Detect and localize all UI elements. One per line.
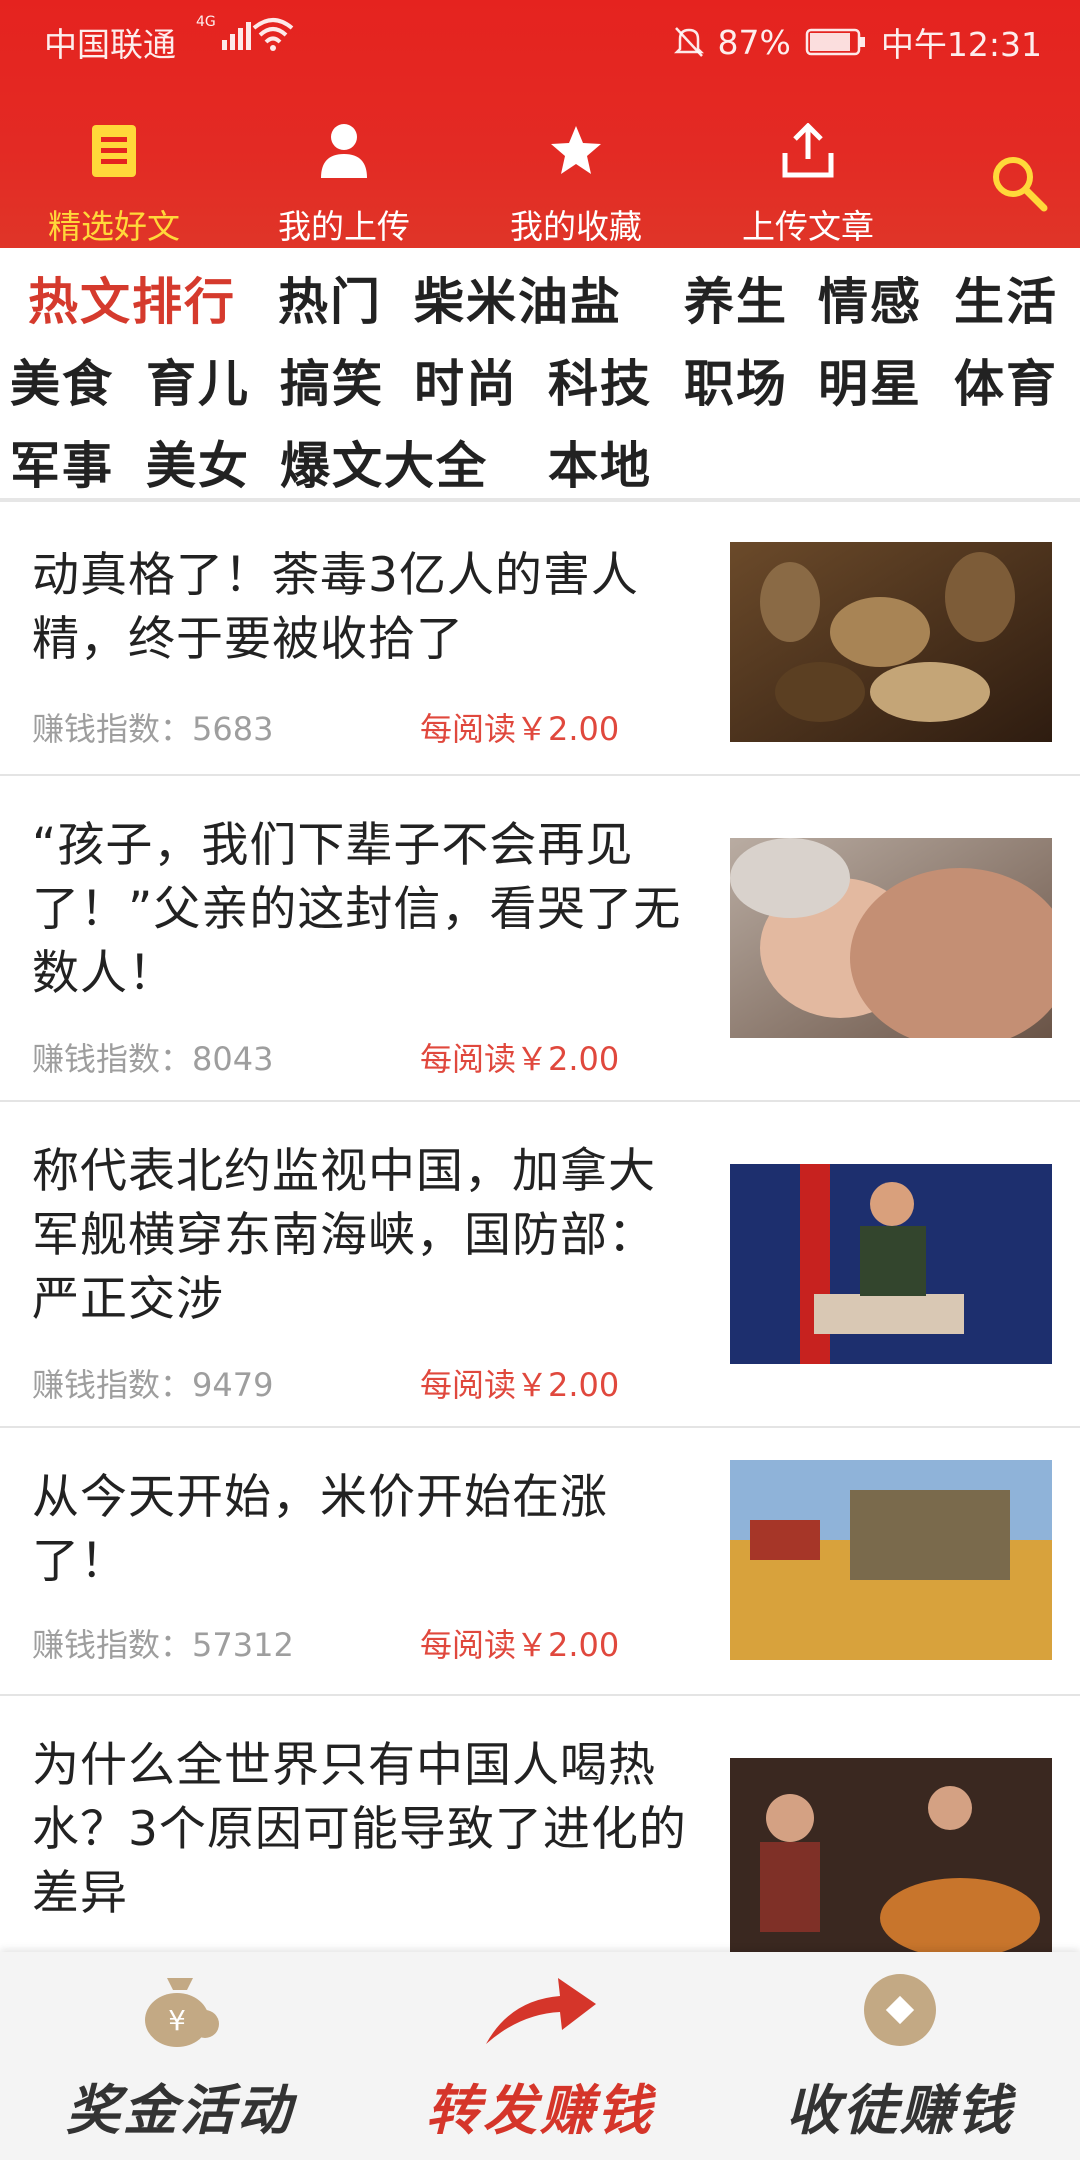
- category-viral[interactable]: 爆文大全: [280, 426, 488, 498]
- article-item[interactable]: 为什么全世界只有中国人喝热水？3个原因可能导致了进化的差异: [0, 1696, 1080, 1958]
- nav-upload-article[interactable]: 上传文章: [708, 122, 908, 248]
- earning-index: 赚钱指数：9479: [32, 1366, 274, 1404]
- nav-my-favorites[interactable]: 我的收藏: [476, 122, 676, 248]
- money-bag-icon: ¥: [145, 1978, 219, 2047]
- category-hot[interactable]: 热门: [278, 262, 382, 334]
- nav-my-uploads-label: 我的上传: [278, 207, 410, 246]
- article-thumbnail: [730, 1460, 1052, 1660]
- search-icon[interactable]: [988, 152, 1050, 214]
- share-arrow-icon: [486, 1978, 596, 2044]
- battery-icon: [805, 28, 865, 56]
- app-header: 中国联通 4G 87% 中午12:31 精选好文 我的上传 我的收藏 上传文章: [0, 0, 1080, 248]
- article-title: 称代表北约监视中国，加拿大军舰横穿东南海峡，国防部：严正交涉: [32, 1144, 656, 1327]
- article-title: 从今天开始，米价开始在涨了！: [32, 1470, 608, 1589]
- article-item[interactable]: 动真格了！荼毒3亿人的害人精，终于要被收拾了 赚钱指数：5683 每阅读￥2.0…: [0, 502, 1080, 776]
- earning-index: 赚钱指数：57312: [32, 1626, 294, 1664]
- category-career[interactable]: 职场: [684, 344, 788, 416]
- document-icon: [92, 125, 136, 177]
- article-thumbnail: [730, 1758, 1052, 1958]
- user-icon: [321, 124, 367, 178]
- article-title: 为什么全世界只有中国人喝热水？3个原因可能导致了进化的差异: [32, 1738, 687, 1921]
- earning-index: 赚钱指数：5683: [32, 710, 274, 748]
- category-food[interactable]: 美食: [10, 344, 114, 416]
- article-list: 动真格了！荼毒3亿人的害人精，终于要被收拾了 赚钱指数：5683 每阅读￥2.0…: [0, 502, 1080, 1958]
- price-per-read: 每阅读￥2.00: [420, 1366, 620, 1404]
- nav-featured-label: 精选好文: [48, 207, 180, 246]
- bonus-activity-button[interactable]: ¥ 奖金活动: [20, 1968, 340, 2145]
- mute-bell-icon: [673, 27, 704, 57]
- article-thumbnail: [730, 1164, 1052, 1364]
- bonus-activity-label: 奖金活动: [66, 2079, 294, 2142]
- signal-icon: 4G: [196, 14, 251, 50]
- battery-percent: 87%: [717, 22, 791, 62]
- category-life[interactable]: 生活: [954, 262, 1058, 334]
- share-earn-label: 转发赚钱: [426, 2079, 654, 2142]
- article-title: “孩子，我们下辈子不会再见了！”父亲的这封信，看哭了无数人！: [32, 818, 682, 1001]
- category-tech[interactable]: 科技: [548, 344, 652, 416]
- nav-featured[interactable]: 精选好文: [14, 122, 214, 248]
- article-thumbnail: [730, 838, 1052, 1038]
- category-sports[interactable]: 体育: [954, 344, 1058, 416]
- bottom-action-bar: ¥ 奖金活动 转发赚钱 收徒赚钱: [0, 1952, 1080, 2160]
- category-beauty[interactable]: 美女: [146, 426, 250, 498]
- status-bar: 中国联通 4G 87% 中午12:31: [0, 0, 1080, 74]
- category-celebrity[interactable]: 明星: [818, 344, 922, 416]
- category-health[interactable]: 养生: [684, 262, 788, 334]
- coin-icon: [864, 1974, 936, 2046]
- category-emotion[interactable]: 情感: [818, 262, 922, 334]
- svg-text:¥: ¥: [168, 2004, 186, 2037]
- upload-icon: [782, 123, 834, 178]
- network-type: 4G: [196, 14, 216, 30]
- category-parenting[interactable]: 育儿: [146, 344, 250, 416]
- wifi-icon: [252, 18, 294, 51]
- earning-index: 赚钱指数：8043: [32, 1040, 274, 1078]
- recruit-earn-label: 收徒赚钱: [786, 2079, 1014, 2142]
- category-local[interactable]: 本地: [548, 426, 652, 498]
- category-military[interactable]: 军事: [10, 426, 114, 498]
- price-per-read: 每阅读￥2.00: [420, 1040, 620, 1078]
- nav-my-favorites-label: 我的收藏: [510, 207, 642, 246]
- article-item[interactable]: 从今天开始，米价开始在涨了！ 赚钱指数：57312 每阅读￥2.00: [0, 1428, 1080, 1696]
- star-icon: [551, 126, 601, 174]
- article-item[interactable]: “孩子，我们下辈子不会再见了！”父亲的这封信，看哭了无数人！ 赚钱指数：8043…: [0, 776, 1080, 1102]
- top-nav: 精选好文 我的上传 我的收藏 上传文章: [0, 108, 1080, 248]
- category-funny[interactable]: 搞笑: [280, 344, 384, 416]
- price-per-read: 每阅读￥2.00: [420, 710, 620, 748]
- category-daily-life[interactable]: 柴米油盐: [414, 262, 622, 334]
- share-earn-button[interactable]: 转发赚钱: [380, 1968, 700, 2145]
- category-grid: 热文排行 热门 柴米油盐 养生 情感 生活 美食 育儿 搞笑 时尚 科技 职场 …: [0, 248, 1080, 502]
- clock: 中午12:31: [880, 25, 1042, 64]
- nav-my-uploads[interactable]: 我的上传: [244, 122, 444, 248]
- article-title: 动真格了！荼毒3亿人的害人精，终于要被收拾了: [32, 548, 639, 667]
- article-item[interactable]: 称代表北约监视中国，加拿大军舰横穿东南海峡，国防部：严正交涉 赚钱指数：9479…: [0, 1102, 1080, 1428]
- recruit-earn-button[interactable]: 收徒赚钱: [740, 1968, 1060, 2145]
- carrier-label: 中国联通: [44, 25, 176, 64]
- category-hot-ranking[interactable]: 热文排行: [28, 262, 236, 334]
- category-fashion[interactable]: 时尚: [414, 344, 518, 416]
- article-thumbnail: [730, 542, 1052, 742]
- price-per-read: 每阅读￥2.00: [420, 1626, 620, 1664]
- nav-upload-article-label: 上传文章: [742, 207, 874, 246]
